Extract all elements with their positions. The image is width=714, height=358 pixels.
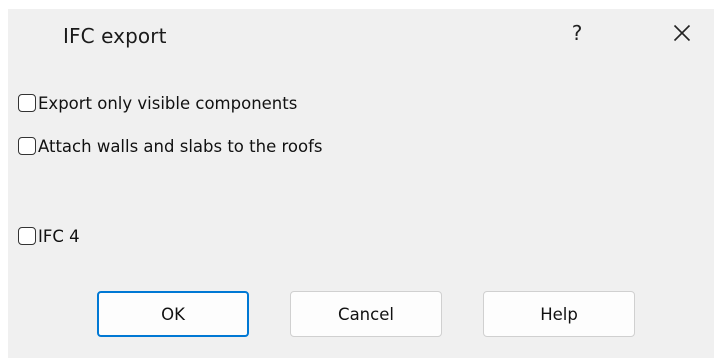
- close-icon: [673, 24, 691, 42]
- ifc-export-dialog: IFC export ? Export only visible compone…: [8, 9, 714, 358]
- ifc4-checkbox[interactable]: [18, 227, 36, 245]
- attach-walls-checkbox[interactable]: [18, 137, 36, 155]
- title-bar: IFC export ?: [8, 9, 714, 65]
- option-export-visible[interactable]: Export only visible components: [18, 91, 297, 115]
- dialog-title: IFC export: [63, 24, 167, 48]
- option-attach-walls[interactable]: Attach walls and slabs to the roofs: [18, 134, 322, 158]
- attach-walls-label: Attach walls and slabs to the roofs: [38, 136, 323, 156]
- help-button[interactable]: Help: [483, 291, 635, 337]
- export-visible-label: Export only visible components: [38, 93, 298, 113]
- ifc4-label: IFC 4: [38, 226, 80, 246]
- export-visible-checkbox[interactable]: [18, 94, 36, 112]
- cancel-button[interactable]: Cancel: [290, 291, 442, 337]
- close-button[interactable]: [654, 9, 710, 57]
- ok-button[interactable]: OK: [97, 291, 249, 337]
- option-ifc4[interactable]: IFC 4: [18, 224, 80, 248]
- help-question-button[interactable]: ?: [554, 9, 600, 57]
